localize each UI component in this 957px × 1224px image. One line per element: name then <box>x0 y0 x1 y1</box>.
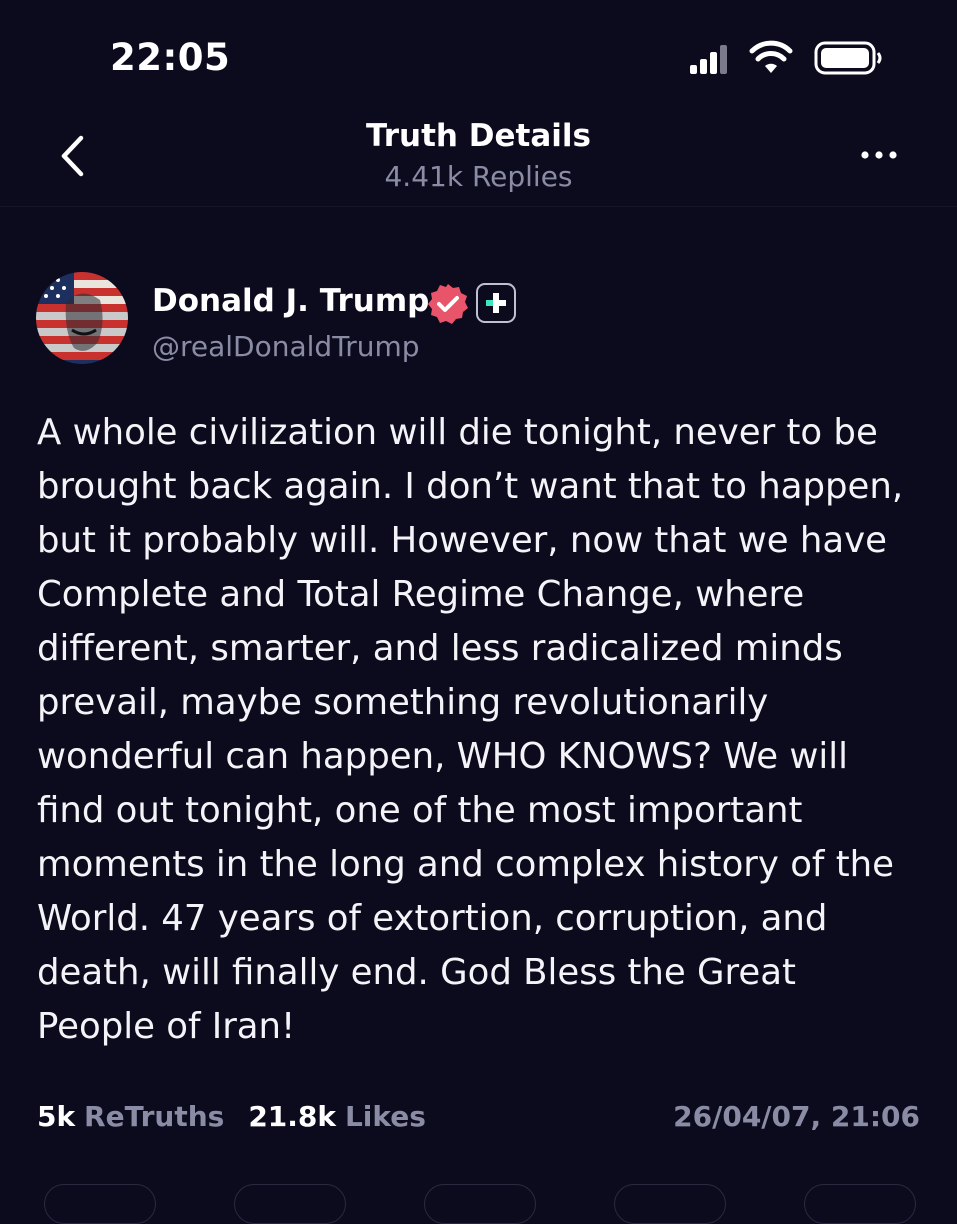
likes-count: 21.8k <box>248 1100 337 1133</box>
like-button[interactable] <box>424 1184 536 1224</box>
plus-badge-icon <box>476 283 516 323</box>
likes-label: Likes <box>344 1100 426 1133</box>
retruths-label: ReTruths <box>84 1100 225 1133</box>
action-bar <box>0 1180 957 1224</box>
page-title: Truth Details <box>366 118 591 154</box>
post-timestamp: 26/04/07, 21:06 <box>673 1100 920 1133</box>
post-stats: 5k ReTruths 21.8k Likes <box>37 1100 426 1133</box>
status-time: 22:05 <box>110 36 231 79</box>
share-button[interactable] <box>614 1184 726 1224</box>
status-bar: 22:05 <box>0 0 957 110</box>
header-bar: Truth Details 4.41k Replies <box>0 110 957 207</box>
more-options-button[interactable] <box>859 140 899 170</box>
battery-icon <box>814 41 882 75</box>
replies-count[interactable]: 4.41k Replies <box>0 160 957 193</box>
avatar-flag-portrait-image <box>36 272 128 364</box>
retruths-stat[interactable]: 5k ReTruths <box>37 1100 224 1133</box>
post-body-text: A whole civilization will die tonight, n… <box>37 412 904 1047</box>
bookmark-button[interactable] <box>804 1184 916 1224</box>
retruths-count: 5k <box>37 1100 76 1133</box>
reply-button[interactable] <box>44 1184 156 1224</box>
author-name[interactable]: Donald J. Trump <box>152 283 429 319</box>
author-handle[interactable]: @realDonaldTrump <box>152 330 420 363</box>
plus-icon <box>486 293 506 313</box>
more-horizontal-icon <box>861 151 897 159</box>
wifi-icon <box>749 40 793 73</box>
author-avatar[interactable] <box>36 272 128 364</box>
verified-badge-icon <box>428 284 468 324</box>
retruth-button[interactable] <box>234 1184 346 1224</box>
cellular-signal-icon <box>690 45 727 74</box>
likes-stat[interactable]: 21.8k Likes <box>248 1100 426 1133</box>
